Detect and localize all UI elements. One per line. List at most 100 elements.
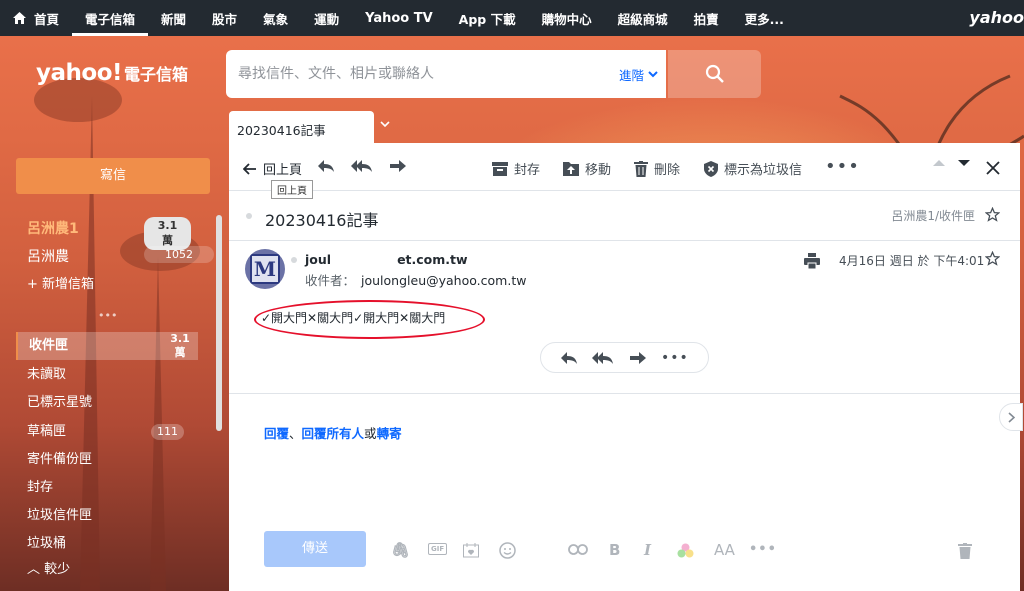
back-label: 回上頁 [263, 163, 303, 178]
logo-brand: yahoo! [36, 60, 122, 86]
highlight-annotation [254, 300, 485, 339]
reply-links: 回覆、回覆所有人或轉寄 [264, 423, 402, 442]
star-icon[interactable] [985, 207, 1000, 222]
close-button[interactable] [986, 161, 1000, 175]
read-indicator[interactable] [291, 257, 297, 263]
nav-weather[interactable]: 氣象 [250, 0, 301, 36]
folder-inbox[interactable]: 收件匣 3.1 萬 [16, 332, 198, 360]
recipient-email[interactable]: joulongleu@yahoo.com.tw [361, 273, 526, 288]
nav-mail[interactable]: 電子信箱 [72, 0, 149, 36]
archive-button[interactable]: 封存 [492, 159, 540, 178]
folder-label: 收件匣 [29, 338, 69, 353]
folder-count: 111 [151, 424, 184, 440]
nav-stock[interactable]: 股市 [199, 0, 250, 36]
gif-icon[interactable]: GIF [428, 543, 448, 555]
chevron-up-icon: ︿ [27, 562, 45, 577]
plus-icon: + [27, 277, 43, 292]
folder-trash[interactable]: 垃圾桶 [16, 530, 198, 558]
star-icon[interactable] [985, 251, 1000, 266]
sticker-icon[interactable] [463, 543, 479, 558]
delete-button[interactable]: 刪除 [634, 159, 680, 178]
previous-message-button[interactable] [933, 159, 945, 167]
search-input[interactable] [226, 51, 596, 97]
more-actions-button[interactable]: ••• [825, 156, 860, 177]
archive-icon [492, 161, 508, 176]
divider-handle[interactable]: ••• [98, 309, 117, 322]
account-2[interactable]: 呂洲農 1052 [27, 246, 214, 266]
nav-shopping[interactable]: 購物中心 [529, 0, 605, 36]
add-mailbox-button[interactable]: + 新增信箱 [27, 273, 94, 293]
search-icon [705, 64, 724, 83]
link-icon[interactable] [568, 544, 588, 555]
search-box: 進階 [226, 50, 666, 98]
tab-message[interactable]: 20230416記事 [229, 111, 374, 143]
nav-home[interactable]: 首頁 [0, 0, 72, 36]
account-1[interactable]: 呂洲農1 3.1萬 [27, 217, 191, 250]
scrollbar-thumb[interactable] [216, 215, 222, 431]
message-card: M joul et.com.tw 收件者： joulongleu@yahoo.com… [229, 241, 1020, 394]
folder-unread[interactable]: 未讀取 [16, 361, 198, 389]
send-button[interactable]: 傳送 [264, 531, 366, 567]
nav-news[interactable]: 新聞 [148, 0, 199, 36]
attachment-icon[interactable]: 🖇 [391, 541, 410, 559]
folder-spam[interactable]: 垃圾信件匣 [16, 502, 198, 530]
compose-toolbar: 傳送 🖇 GIF B I AA ••• [229, 531, 1020, 571]
folder-sent[interactable]: 寄件備份匣 [16, 446, 198, 474]
nav-auction[interactable]: 拍賣 [681, 0, 732, 36]
subject-row: 20230416記事 呂洲農1/收件匣 [229, 191, 1020, 241]
emoji-icon[interactable] [499, 542, 516, 559]
search-button[interactable] [668, 50, 761, 98]
reply-all-icon[interactable] [592, 351, 614, 365]
back-button[interactable]: 回上頁 [243, 159, 302, 178]
sidebar-scrollbar[interactable] [215, 203, 223, 591]
color-palette-icon[interactable] [677, 543, 694, 558]
logo-product: 電子信箱 [123, 65, 188, 84]
font-size-icon[interactable]: AA [714, 541, 735, 559]
folder-count: 3.1 萬 [170, 332, 190, 359]
recipient-row: 收件者： joulongleu@yahoo.com.tw [305, 270, 526, 289]
printer-icon[interactable] [804, 253, 820, 269]
reply-all-button[interactable] [351, 159, 373, 173]
tab-dropdown[interactable] [380, 117, 390, 132]
to-label: 收件者： [305, 273, 356, 288]
next-message-button[interactable] [958, 159, 970, 167]
bold-icon[interactable]: B [609, 541, 620, 559]
chevron-down-icon [958, 160, 970, 166]
forward-link[interactable]: 轉寄 [377, 426, 402, 441]
nav-mall[interactable]: 超級商城 [605, 0, 681, 36]
more-icon[interactable]: ••• [661, 350, 689, 366]
forward-button[interactable] [389, 159, 407, 173]
move-button[interactable]: 移動 [563, 159, 611, 178]
reply-icon[interactable] [560, 351, 578, 365]
spam-button[interactable]: 標示為垃圾信 [704, 159, 802, 178]
collapse-panel-button[interactable] [999, 403, 1023, 431]
unread-dot[interactable] [246, 213, 252, 219]
yahoo-brand-logo[interactable]: yahoo [969, 8, 1024, 27]
separator: 、 [289, 426, 302, 441]
spam-label: 標示為垃圾信 [724, 163, 803, 178]
nav-more[interactable]: 更多... [732, 0, 797, 36]
show-less-button[interactable]: ︿ 較少 [16, 556, 198, 584]
nav-app-download[interactable]: App 下載 [446, 0, 529, 36]
reply-all-link[interactable]: 回覆所有人 [302, 426, 365, 441]
yahoo-mail-logo[interactable]: yahoo! 電子信箱 [36, 60, 188, 86]
italic-icon[interactable]: I [644, 541, 651, 559]
folder-starred[interactable]: 已標示星號 [16, 389, 198, 417]
forward-icon[interactable] [629, 351, 647, 365]
sidebar: 寫信 呂洲農1 3.1萬 呂洲農 1052 + 新增信箱 ••• 收件匣 3.1 萬 … [0, 143, 214, 591]
avatar: M [245, 249, 285, 289]
trash-icon[interactable] [958, 543, 972, 559]
nav-sports[interactable]: 運動 [301, 0, 352, 36]
compose-button[interactable]: 寫信 [16, 158, 210, 194]
chevron-up-icon [933, 160, 945, 166]
or-text: 或 [364, 426, 377, 441]
advanced-search-button[interactable]: 進階 [619, 65, 658, 84]
nav-yahoo-tv[interactable]: Yahoo TV [352, 0, 446, 36]
folder-drafts[interactable]: 草稿匣 111 [16, 418, 198, 446]
folder-archive[interactable]: 封存 [16, 474, 198, 502]
more-formatting-icon[interactable]: ••• [749, 542, 777, 557]
sender-name[interactable]: joul et.com.tw [305, 252, 468, 267]
reply-link[interactable]: 回覆 [264, 426, 289, 441]
message-pane: 回上頁 回上頁 封存 移動 刪除 標示為垃圾信 ••• 20230416記事 呂… [229, 143, 1020, 591]
reply-button[interactable] [317, 159, 335, 173]
